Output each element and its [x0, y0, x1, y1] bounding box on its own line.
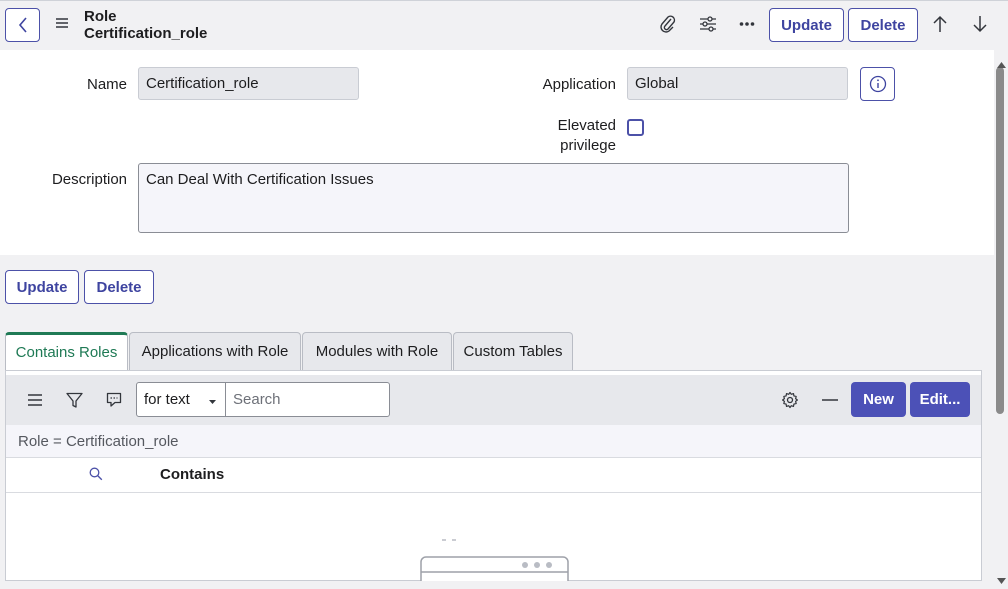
name-label: Name: [86, 76, 127, 93]
search-field-select-value: for text: [144, 391, 190, 408]
more-options-icon[interactable]: [736, 13, 758, 35]
update-button[interactable]: Update: [5, 270, 79, 304]
arrow-down-icon[interactable]: [969, 13, 991, 35]
elevated-privilege-label-line2: privilege: [560, 137, 616, 154]
search-field-select[interactable]: for text: [136, 382, 226, 417]
page-scrollbar-thumb[interactable]: [996, 67, 1004, 414]
tab-contains-roles[interactable]: Contains Roles: [5, 332, 128, 370]
filter-breadcrumb: Role = Certification_role: [6, 425, 981, 458]
arrow-up-icon[interactable]: [929, 13, 951, 35]
column-header-row: [6, 458, 981, 493]
tab-modules-with-role[interactable]: Modules with Role: [302, 332, 452, 370]
record-name-title: Certification_role: [84, 25, 208, 42]
search-input[interactable]: Search: [225, 382, 390, 417]
paperclip-icon[interactable]: [657, 13, 679, 35]
delete-button[interactable]: Delete: [84, 270, 154, 304]
elevated-privilege-label-line1: Elevated: [557, 117, 616, 134]
record-type-title: Role: [84, 8, 117, 25]
column-search-icon[interactable]: [89, 467, 103, 485]
column-header-contains[interactable]: Contains: [160, 466, 224, 483]
header-update-button[interactable]: Update: [769, 8, 844, 42]
filter-condition-link[interactable]: Role = Certification_role: [18, 433, 179, 450]
name-field[interactable]: Certification_role: [138, 67, 359, 100]
tab-applications-with-role[interactable]: Applications with Role: [129, 332, 301, 370]
description-label: Description: [51, 171, 127, 188]
context-menu-icon[interactable]: [55, 16, 71, 32]
scroll-up-arrow-icon[interactable]: [997, 55, 1006, 72]
gear-icon[interactable]: [780, 390, 800, 410]
collapse-minus-icon[interactable]: [820, 390, 840, 410]
edit-button[interactable]: Edit...: [910, 382, 970, 417]
tab-custom-tables[interactable]: Custom Tables: [453, 332, 573, 370]
info-icon: [869, 75, 886, 93]
caret-down-icon: [209, 400, 216, 404]
application-label: Application: [542, 76, 616, 93]
header-delete-button[interactable]: Delete: [848, 8, 918, 42]
chevron-left-icon: [18, 17, 27, 33]
elevated-privilege-checkbox[interactable]: [627, 119, 644, 136]
empty-state-illustration: [418, 535, 572, 588]
filter-icon[interactable]: [64, 390, 84, 410]
list-menu-icon[interactable]: [25, 390, 45, 410]
description-field[interactable]: Can Deal With Certification Issues: [138, 163, 849, 233]
new-button[interactable]: New: [851, 382, 906, 417]
back-button[interactable]: [5, 8, 40, 42]
application-info-button[interactable]: [860, 67, 895, 101]
application-field[interactable]: Global: [627, 67, 848, 100]
comment-icon[interactable]: [104, 390, 124, 410]
sliders-icon[interactable]: [697, 13, 719, 35]
